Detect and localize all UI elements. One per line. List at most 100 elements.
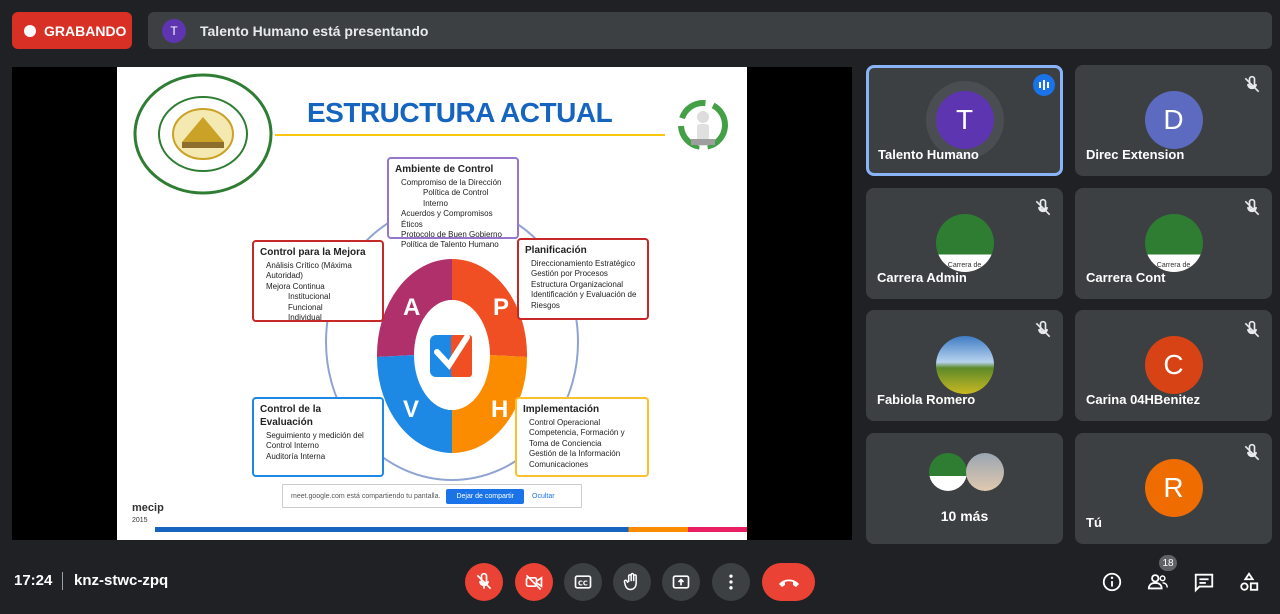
leave-call-button[interactable]: [762, 563, 815, 601]
box-item: Gestión de la Información: [529, 449, 621, 459]
pdca-letter-v: V: [403, 396, 419, 423]
hide-notice-link[interactable]: Ocultar: [532, 493, 555, 500]
captions-icon: CC: [574, 575, 592, 589]
hang-up-icon: [778, 579, 799, 587]
speaking-indicator-icon: [1033, 74, 1055, 96]
participant-name: Talento Humano: [878, 147, 979, 162]
box-item: Mejora Continua: [266, 281, 325, 291]
mecip-logo: mecip 2015: [132, 503, 164, 525]
recording-dot-icon: [24, 24, 36, 37]
slide-title: ESTRUCTURA ACTUAL: [307, 97, 613, 128]
more-participants-label: 10 más: [940, 508, 989, 524]
camera-toggle-button[interactable]: [515, 563, 553, 601]
people-icon: [1147, 574, 1168, 590]
participant-count-badge: 18: [1159, 555, 1177, 571]
info-icon: [1102, 572, 1122, 592]
participant-tile-carrera-cont[interactable]: Carrera de Carrera Cont: [1075, 188, 1272, 299]
participant-name: Carrera Admin: [877, 270, 967, 285]
participant-name: Carina 04HBenitez: [1086, 392, 1201, 407]
mic-off-icon: [1035, 320, 1051, 338]
box-item: Estructura Organizacional: [531, 279, 624, 289]
more-options-button[interactable]: [712, 563, 750, 601]
box-item: Análisis Crítico (Máxima Autoridad): [266, 261, 352, 281]
box-item: Comunicaciones: [529, 459, 589, 469]
participant-avatar-logo: Carrera de: [1144, 214, 1203, 272]
title-underline: [275, 134, 665, 136]
box-control-mejora: Control para la Mejora Análisis Crítico …: [252, 240, 384, 322]
svg-text:CC: CC: [578, 579, 588, 587]
box-item: Gestión por Procesos: [531, 269, 608, 279]
mic-off-icon: [1244, 443, 1260, 461]
box-planificacion: Planificación Direccionamiento Estratégi…: [517, 238, 649, 320]
participant-tile-self[interactable]: R Tú: [1075, 433, 1272, 544]
footer-stripe: [155, 527, 747, 532]
box-ambiente-control: Ambiente de Control Compromiso de la Dir…: [387, 157, 519, 249]
mic-off-icon: [1244, 75, 1260, 93]
activities-button[interactable]: [1237, 570, 1261, 594]
participant-avatar: D: [1144, 91, 1203, 149]
participant-name: Tú: [1086, 515, 1102, 530]
share-notice-text: meet.google.com está compartiendo tu pan…: [291, 492, 441, 500]
more-avatar-photo: [966, 453, 1004, 491]
meeting-details-button[interactable]: [1100, 570, 1124, 594]
present-icon: [672, 575, 690, 589]
box-subitem: Institucional: [288, 292, 331, 302]
box-item: Identificación y Evaluación de Riesgos: [531, 290, 637, 310]
mic-toggle-button[interactable]: [465, 563, 503, 601]
presenting-text: Talento Humano está presentando: [200, 22, 429, 39]
more-avatar-logo: [929, 453, 967, 491]
box-item: Política de Talento Humano: [401, 240, 499, 250]
brand-year: 2015: [132, 517, 148, 524]
box-title: Implementación: [523, 404, 600, 415]
pdca-person-icon: [678, 100, 728, 150]
mic-off-icon: [1035, 198, 1051, 216]
hand-icon: [623, 572, 637, 591]
more-vert-icon: [729, 574, 733, 590]
participant-avatar: T: [935, 91, 994, 149]
box-item: Direccionamiento Estratégico: [531, 259, 636, 268]
box-item: Seguimiento y medición del Control Inter…: [266, 431, 364, 451]
chat-button[interactable]: [1192, 570, 1216, 594]
divider: [62, 572, 63, 590]
top-bar: GRABANDO T Talento Humano está presentan…: [0, 0, 1280, 60]
shared-slide: ESTRUCTURA ACTUAL A P V H Ambiente de Co…: [117, 67, 747, 540]
box-control-evaluacion: Control de la Evaluación Seguimiento y m…: [252, 397, 384, 477]
captions-button[interactable]: CC: [564, 563, 602, 601]
avatar-caption: Carrera de: [1156, 262, 1191, 269]
pdca-letter-h: H: [491, 396, 508, 423]
recording-label: GRABANDO: [44, 22, 127, 39]
pdca-letter-p: P: [493, 294, 509, 321]
brand-name: mecip: [132, 502, 164, 514]
stop-sharing-button[interactable]: Dejar de compartir: [446, 488, 525, 504]
box-title: Ambiente de Control: [395, 164, 494, 175]
shapes-icon: [1240, 572, 1259, 591]
recording-badge[interactable]: GRABANDO: [12, 12, 132, 49]
presentation-stage[interactable]: ESTRUCTURA ACTUAL A P V H Ambiente de Co…: [12, 67, 852, 540]
participant-tile-talento-humano[interactable]: T Talento Humano: [866, 65, 1063, 176]
presenter-avatar: T: [162, 18, 186, 43]
box-item: Acuerdos y Compromisos Éticos: [401, 209, 493, 229]
box-subitem: Política de Control Interno: [423, 188, 489, 208]
participants-button[interactable]: [1146, 570, 1170, 594]
bottom-toolbar: 17:24 knz-stwc-zpq CC 18: [0, 550, 1280, 614]
participant-tile-carrera-admin[interactable]: Carrera de Carrera Admin: [866, 188, 1063, 299]
participant-tile-more[interactable]: 10 más: [866, 433, 1063, 544]
box-item: Protocolo de Buen Gobierno: [401, 229, 502, 239]
participant-tile-carina[interactable]: C Carina 04HBenitez: [1075, 310, 1272, 421]
present-screen-button[interactable]: [662, 563, 700, 601]
avatar-caption: Carrera de: [947, 262, 982, 269]
participant-tile-direc-extension[interactable]: D Direc Extension: [1075, 65, 1272, 176]
participant-name: Direc Extension: [1086, 147, 1185, 162]
box-item: Compromiso de la Dirección: [401, 178, 502, 187]
chat-icon: [1194, 573, 1214, 593]
clock: 17:24: [14, 572, 53, 589]
presenting-banner: T Talento Humano está presentando: [148, 12, 1272, 49]
box-title: Control para la Mejora: [260, 247, 366, 258]
university-seal-logo: [133, 73, 273, 195]
participant-tile-fabiola-romero[interactable]: Fabiola Romero: [866, 310, 1063, 421]
participant-avatar: C: [1144, 336, 1203, 394]
box-subitem: Individual: [288, 312, 322, 322]
mic-off-icon: [1244, 320, 1260, 338]
raise-hand-button[interactable]: [613, 563, 651, 601]
screen-share-notice: meet.google.com está compartiendo tu pan…: [282, 484, 582, 508]
